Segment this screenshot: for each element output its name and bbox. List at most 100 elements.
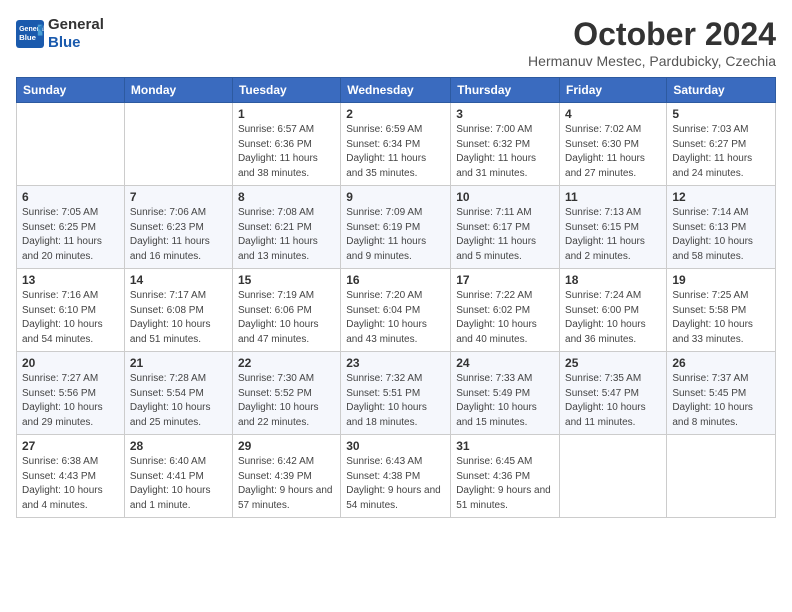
- calendar-cell: 29 Sunrise: 6:42 AM Sunset: 4:39 PM Dayli…: [232, 435, 340, 518]
- day-info: Sunrise: 7:00 AM Sunset: 6:32 PM Dayligh…: [456, 123, 554, 181]
- calendar-cell: [560, 435, 667, 518]
- day-info: Sunrise: 7:14 AM Sunset: 6:13 PM Dayligh…: [672, 206, 770, 264]
- month-title: October 2024: [528, 16, 776, 53]
- calendar-cell: 1Sunrise: 6:57 AM Sunset: 6:36 PM Daylig…: [232, 103, 340, 186]
- day-number: 3: [456, 107, 554, 121]
- day-number: 23: [346, 356, 445, 370]
- calendar-cell: 8 Sunrise: 7:08 AM Sunset: 6:21 PM Daylig…: [232, 186, 340, 269]
- calendar-cell: 20Sunrise: 7:27 AM Sunset: 5:56 PM Dayli…: [17, 352, 125, 435]
- calendar-cell: 11 Sunrise: 7:13 AM Sunset: 6:15 PM Dayli…: [560, 186, 667, 269]
- day-number: 16: [346, 273, 445, 287]
- day-info: Sunrise: 7:02 AM Sunset: 6:30 PM Dayligh…: [565, 123, 661, 181]
- day-info: Sunrise: 7:08 AM Sunset: 6:21 PM Dayligh…: [238, 206, 335, 264]
- calendar-week-5: 27 Sunrise: 6:38 AM Sunset: 4:43 PM Dayli…: [17, 435, 776, 518]
- day-info: Sunrise: 7:20 AM Sunset: 6:04 PM Dayligh…: [346, 289, 445, 347]
- calendar-cell: 18Sunrise: 7:24 AM Sunset: 6:00 PM Dayli…: [560, 269, 667, 352]
- day-number: 6: [22, 190, 119, 204]
- calendar-cell: 15Sunrise: 7:19 AM Sunset: 6:06 PM Dayli…: [232, 269, 340, 352]
- calendar-cell: 5 Sunrise: 7:03 AM Sunset: 6:27 PM Daylig…: [667, 103, 776, 186]
- day-number: 27: [22, 439, 119, 453]
- day-number: 25: [565, 356, 661, 370]
- logo-text-1: General: [48, 16, 104, 34]
- day-info: Sunrise: 7:33 AM Sunset: 5:49 PM Dayligh…: [456, 372, 554, 430]
- weekday-header-monday: Monday: [124, 78, 232, 103]
- day-number: 22: [238, 356, 335, 370]
- day-number: 28: [130, 439, 227, 453]
- calendar-cell: 27 Sunrise: 6:38 AM Sunset: 4:43 PM Dayli…: [17, 435, 125, 518]
- calendar-cell: 22 Sunrise: 7:30 AM Sunset: 5:52 PM Dayli…: [232, 352, 340, 435]
- day-info: Sunrise: 7:19 AM Sunset: 6:06 PM Dayligh…: [238, 289, 335, 347]
- weekday-header-saturday: Saturday: [667, 78, 776, 103]
- calendar-cell: 14 Sunrise: 7:17 AM Sunset: 6:08 PM Dayli…: [124, 269, 232, 352]
- day-info: Sunrise: 7:22 AM Sunset: 6:02 PM Dayligh…: [456, 289, 554, 347]
- day-info: Sunrise: 6:59 AM Sunset: 6:34 PM Dayligh…: [346, 123, 445, 181]
- day-number: 10: [456, 190, 554, 204]
- day-info: Sunrise: 6:42 AM Sunset: 4:39 PM Dayligh…: [238, 455, 335, 513]
- calendar-cell: 10 Sunrise: 7:11 AM Sunset: 6:17 PM Dayli…: [451, 186, 560, 269]
- day-number: 24: [456, 356, 554, 370]
- calendar-cell: [124, 103, 232, 186]
- calendar-week-3: 13 Sunrise: 7:16 AM Sunset: 6:10 PM Dayli…: [17, 269, 776, 352]
- day-number: 11: [565, 190, 661, 204]
- day-info: Sunrise: 6:38 AM Sunset: 4:43 PM Dayligh…: [22, 455, 119, 513]
- day-info: Sunrise: 7:16 AM Sunset: 6:10 PM Dayligh…: [22, 289, 119, 347]
- calendar-cell: 7Sunrise: 7:06 AM Sunset: 6:23 PM Daylig…: [124, 186, 232, 269]
- calendar-cell: 19 Sunrise: 7:25 AM Sunset: 5:58 PM Dayli…: [667, 269, 776, 352]
- title-block: October 2024 Hermanuv Mestec, Pardubicky…: [528, 16, 776, 69]
- calendar-cell: 17Sunrise: 7:22 AM Sunset: 6:02 PM Dayli…: [451, 269, 560, 352]
- logo: General Blue General Blue: [16, 16, 104, 52]
- calendar-cell: 16 Sunrise: 7:20 AM Sunset: 6:04 PM Dayli…: [341, 269, 451, 352]
- day-number: 14: [130, 273, 227, 287]
- logo-text-2: Blue: [48, 34, 104, 52]
- calendar-week-4: 20Sunrise: 7:27 AM Sunset: 5:56 PM Dayli…: [17, 352, 776, 435]
- calendar-cell: 13 Sunrise: 7:16 AM Sunset: 6:10 PM Dayli…: [17, 269, 125, 352]
- day-info: Sunrise: 7:28 AM Sunset: 5:54 PM Dayligh…: [130, 372, 227, 430]
- svg-text:Blue: Blue: [19, 33, 37, 42]
- weekday-header-friday: Friday: [560, 78, 667, 103]
- day-info: Sunrise: 7:05 AM Sunset: 6:25 PM Dayligh…: [22, 206, 119, 264]
- day-info: Sunrise: 7:35 AM Sunset: 5:47 PM Dayligh…: [565, 372, 661, 430]
- calendar-cell: 26 Sunrise: 7:37 AM Sunset: 5:45 PM Dayli…: [667, 352, 776, 435]
- day-info: Sunrise: 7:09 AM Sunset: 6:19 PM Dayligh…: [346, 206, 445, 264]
- location-subtitle: Hermanuv Mestec, Pardubicky, Czechia: [528, 53, 776, 69]
- day-number: 19: [672, 273, 770, 287]
- day-number: 2: [346, 107, 445, 121]
- calendar-cell: 31Sunrise: 6:45 AM Sunset: 4:36 PM Dayli…: [451, 435, 560, 518]
- calendar-cell: 21 Sunrise: 7:28 AM Sunset: 5:54 PM Dayli…: [124, 352, 232, 435]
- calendar-table: SundayMondayTuesdayWednesdayThursdayFrid…: [16, 77, 776, 518]
- day-number: 26: [672, 356, 770, 370]
- calendar-week-2: 6 Sunrise: 7:05 AM Sunset: 6:25 PM Daylig…: [17, 186, 776, 269]
- logo-icon: General Blue: [16, 20, 44, 48]
- calendar-cell: 6 Sunrise: 7:05 AM Sunset: 6:25 PM Daylig…: [17, 186, 125, 269]
- day-number: 29: [238, 439, 335, 453]
- day-number: 1: [238, 107, 335, 121]
- day-number: 13: [22, 273, 119, 287]
- weekday-header-thursday: Thursday: [451, 78, 560, 103]
- day-number: 8: [238, 190, 335, 204]
- day-number: 30: [346, 439, 445, 453]
- day-info: Sunrise: 7:37 AM Sunset: 5:45 PM Dayligh…: [672, 372, 770, 430]
- day-number: 4: [565, 107, 661, 121]
- calendar-week-1: 1Sunrise: 6:57 AM Sunset: 6:36 PM Daylig…: [17, 103, 776, 186]
- day-info: Sunrise: 7:11 AM Sunset: 6:17 PM Dayligh…: [456, 206, 554, 264]
- calendar-cell: 23Sunrise: 7:32 AM Sunset: 5:51 PM Dayli…: [341, 352, 451, 435]
- calendar-cell: 4 Sunrise: 7:02 AM Sunset: 6:30 PM Daylig…: [560, 103, 667, 186]
- day-info: Sunrise: 7:17 AM Sunset: 6:08 PM Dayligh…: [130, 289, 227, 347]
- day-info: Sunrise: 7:03 AM Sunset: 6:27 PM Dayligh…: [672, 123, 770, 181]
- day-info: Sunrise: 7:25 AM Sunset: 5:58 PM Dayligh…: [672, 289, 770, 347]
- day-number: 7: [130, 190, 227, 204]
- calendar-cell: 30Sunrise: 6:43 AM Sunset: 4:38 PM Dayli…: [341, 435, 451, 518]
- day-info: Sunrise: 7:27 AM Sunset: 5:56 PM Dayligh…: [22, 372, 119, 430]
- calendar-cell: 3 Sunrise: 7:00 AM Sunset: 6:32 PM Daylig…: [451, 103, 560, 186]
- day-number: 5: [672, 107, 770, 121]
- day-number: 31: [456, 439, 554, 453]
- weekday-header-sunday: Sunday: [17, 78, 125, 103]
- day-number: 21: [130, 356, 227, 370]
- weekday-header-wednesday: Wednesday: [341, 78, 451, 103]
- page-header: General Blue General Blue October 2024 H…: [16, 16, 776, 69]
- calendar-cell: 9Sunrise: 7:09 AM Sunset: 6:19 PM Daylig…: [341, 186, 451, 269]
- day-info: Sunrise: 7:30 AM Sunset: 5:52 PM Dayligh…: [238, 372, 335, 430]
- day-info: Sunrise: 7:24 AM Sunset: 6:00 PM Dayligh…: [565, 289, 661, 347]
- day-info: Sunrise: 7:13 AM Sunset: 6:15 PM Dayligh…: [565, 206, 661, 264]
- calendar-cell: 25 Sunrise: 7:35 AM Sunset: 5:47 PM Dayli…: [560, 352, 667, 435]
